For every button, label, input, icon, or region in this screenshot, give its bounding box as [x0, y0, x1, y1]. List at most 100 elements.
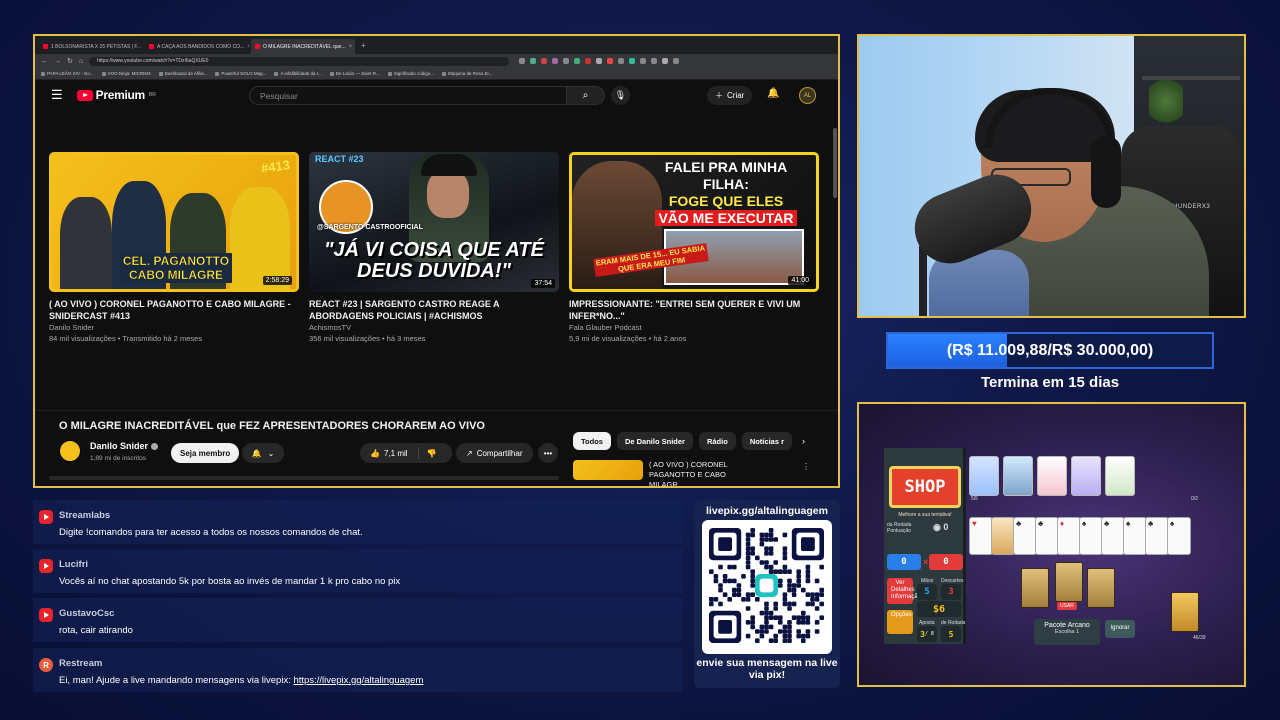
skip-button[interactable]: Ignorar	[1105, 620, 1135, 638]
current-channel-name[interactable]: Danilo Snider	[90, 441, 159, 451]
share-button[interactable]: ↗ Compartilhar	[456, 443, 533, 463]
chip-radio[interactable]: Rádio	[698, 432, 736, 450]
extension-icon[interactable]	[629, 58, 636, 64]
video-thumbnail[interactable]: REACT #23 @SARGENTO CASTROOFICIAL "JÁ VI…	[309, 152, 559, 292]
qr-module	[736, 587, 742, 593]
bookmark[interactable]: PAPA LEÃO XIV - Go...	[41, 71, 94, 76]
voice-search-button[interactable]: 🎙	[611, 86, 630, 105]
search-button[interactable]: ⌕	[567, 86, 605, 105]
chip-all[interactable]: Todos	[573, 432, 611, 450]
joker-card[interactable]	[1105, 456, 1135, 496]
qr-module	[819, 587, 824, 593]
extension-icon[interactable]	[640, 58, 647, 64]
bookmark[interactable]: A infalibilidade da I...	[274, 71, 322, 76]
qr-module	[764, 601, 769, 607]
menu-icon[interactable]	[673, 58, 680, 64]
back-icon[interactable]: ←	[41, 58, 48, 65]
close-tab-icon[interactable]: ×	[247, 44, 249, 50]
chip-channel[interactable]: De Danilo Snider	[616, 432, 693, 450]
joker-card[interactable]	[1037, 456, 1067, 496]
like-button[interactable]: 👍 7,1 mil	[360, 447, 419, 459]
more-vertical-icon[interactable]: ⋮	[802, 462, 810, 471]
channel-name[interactable]: AchismosTV	[309, 322, 559, 333]
playing-card[interactable]: ♣	[1013, 517, 1037, 555]
video-card[interactable]: FALEI PRA MINHA FILHA: FOGE QUE ELES VÃO…	[569, 152, 819, 344]
extension-icon[interactable]	[618, 58, 625, 64]
reload-icon[interactable]: ↻	[67, 57, 73, 65]
qr-module	[745, 551, 751, 556]
video-title[interactable]: REACT #23 | SARGENTO CASTRO REAGE A ABOR…	[309, 298, 559, 322]
close-tab-icon[interactable]: ×	[349, 44, 353, 50]
bookmark[interactable]: Máquina de Rosa El...	[442, 71, 492, 76]
video-title[interactable]: IMPRESSIONANTE: "ENTREI SEM QUERER E VIV…	[569, 298, 819, 322]
avatar[interactable]: AL	[799, 87, 816, 104]
new-tab-icon[interactable]: +	[357, 41, 370, 50]
channel-avatar[interactable]	[59, 440, 81, 462]
playing-card[interactable]: ♥	[969, 517, 993, 555]
browser-tab[interactable]: A CAÇA AOS BANDIDOS COMO CO...×	[145, 39, 249, 54]
use-button[interactable]: USAR	[1057, 602, 1077, 610]
playing-card[interactable]: ♠	[1123, 517, 1147, 555]
more-actions-button[interactable]: •••	[538, 443, 558, 463]
tarot-card[interactable]	[1055, 562, 1083, 602]
hamburger-menu-icon[interactable]: ☰	[51, 87, 63, 103]
notification-toggle-button[interactable]: 🔔 ⌄	[242, 443, 284, 463]
extension-icon[interactable]	[552, 58, 559, 64]
extension-icon[interactable]	[574, 58, 581, 64]
browser-tab-active[interactable]: O MILAGRE INACREDITÁVEL que... ×	[251, 39, 355, 54]
url-field[interactable]: https://www.youtube.com/watch?v=TDzI6aQX…	[89, 56, 510, 66]
channel-name[interactable]: Danilo Snider	[49, 322, 299, 333]
qr-module	[787, 629, 792, 634]
extension-icon[interactable]	[519, 58, 526, 64]
scrollbar[interactable]	[833, 128, 837, 198]
playing-card[interactable]: ♣	[1101, 517, 1125, 555]
forward-icon[interactable]: →	[54, 58, 61, 65]
extension-icon[interactable]	[530, 58, 537, 64]
bookmark[interactable]: Powerful SOLO Mag...	[215, 71, 266, 76]
related-video-thumbnail[interactable]	[573, 460, 643, 480]
extension-icon[interactable]	[596, 58, 603, 64]
joker-card[interactable]	[1003, 456, 1033, 496]
playing-card[interactable]: ♣	[1145, 517, 1169, 555]
livepix-link[interactable]: https://livepix.gg/altalinguagem	[293, 675, 423, 686]
run-info-button[interactable]: Ver Detalhes Informação	[887, 578, 921, 604]
extension-icon[interactable]	[563, 58, 570, 64]
joker-card[interactable]	[1071, 456, 1101, 496]
joker-card[interactable]	[969, 456, 999, 496]
tarot-card[interactable]	[1021, 568, 1049, 608]
playing-card[interactable]: ♠	[1079, 517, 1103, 555]
related-video-item[interactable]: ( AO VIVO ) CORONEL PAGANOTTO E CABO MIL…	[573, 460, 761, 486]
video-title[interactable]: ( AO VIVO ) CORONEL PAGANOTTO E CABO MIL…	[49, 298, 299, 322]
extension-icon[interactable]	[541, 58, 548, 64]
extension-icon[interactable]	[607, 58, 614, 64]
dislike-button[interactable]: 👎	[419, 449, 437, 458]
related-video-title[interactable]: ( AO VIVO ) CORONEL PAGANOTTO E CABO MIL…	[649, 460, 761, 486]
join-member-button[interactable]: Seja membro	[171, 443, 240, 463]
home-icon[interactable]: ⌂	[79, 58, 83, 65]
chevron-right-icon[interactable]: ›	[798, 436, 805, 446]
bookmark[interactable]: VOO.Ninja: MICRIM3	[101, 71, 151, 76]
options-button[interactable]: Opções	[887, 610, 913, 634]
playing-card[interactable]	[991, 517, 1015, 555]
chip-news[interactable]: Notícias r	[741, 432, 792, 450]
bookmark[interactable]: De Laicis — Saint R...	[329, 71, 380, 76]
playing-card[interactable]: ♣	[1035, 517, 1059, 555]
video-card[interactable]: REACT #23 @SARGENTO CASTROOFICIAL "JÁ VI…	[309, 152, 559, 344]
create-button[interactable]: ＋ Criar	[707, 86, 753, 105]
profile-icon[interactable]	[662, 58, 669, 64]
video-card[interactable]: #413 CEL. PAGANOTTO CABO MILAGRE 2:58:29…	[49, 152, 299, 344]
playing-card[interactable]: ♠	[1167, 517, 1191, 555]
youtube-logo[interactable]: Premium BR	[76, 88, 156, 102]
extension-icon[interactable]	[651, 58, 658, 64]
video-thumbnail[interactable]: #413 CEL. PAGANOTTO CABO MILAGRE 2:58:29	[49, 152, 299, 292]
search-input[interactable]: Pesquisar	[249, 86, 567, 105]
playing-card[interactable]: ♦	[1057, 517, 1081, 555]
video-thumbnail[interactable]: FALEI PRA MINHA FILHA: FOGE QUE ELES VÃO…	[569, 152, 819, 292]
bookmark[interactable]: Dashboard de Afilia...	[158, 71, 207, 76]
notifications-bell-icon[interactable]: 🔔	[767, 88, 779, 99]
channel-name[interactable]: Fala Glauber Podcast	[569, 322, 819, 333]
tarot-card[interactable]	[1087, 568, 1115, 608]
bookmark[interactable]: Significado código...	[387, 71, 434, 76]
extension-icon[interactable]	[585, 58, 592, 64]
browser-tab[interactable]: 1 BOLSONARISTA X 25 PETISTAS | F...×	[39, 39, 143, 54]
